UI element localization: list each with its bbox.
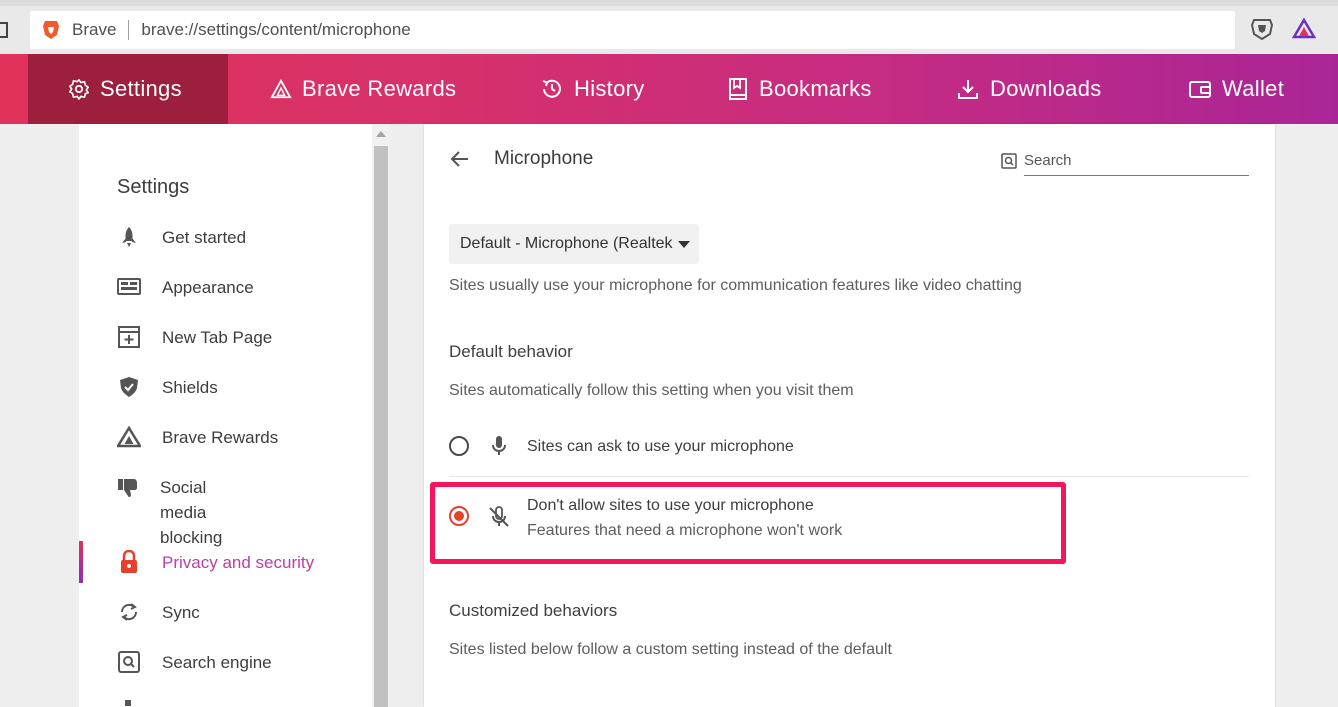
sync-icon	[117, 600, 141, 624]
sidebar-item-partial-icon	[117, 698, 141, 707]
sidebar-item-get-started[interactable]: Get started	[117, 225, 246, 250]
nav-bookmarks-label: Bookmarks	[759, 76, 872, 101]
microphone-icon	[492, 436, 506, 455]
sidebar-item-brave-rewards[interactable]: Brave Rewards	[117, 425, 278, 450]
bookmark-edge-icon[interactable]	[0, 22, 8, 38]
address-separator	[128, 20, 130, 40]
address-bar[interactable]: Brave brave://settings/content/microphon…	[30, 11, 1235, 49]
bookmarks-icon	[729, 78, 747, 100]
search-icon	[1001, 152, 1017, 169]
nav-downloads[interactable]: Downloads	[956, 54, 1102, 124]
scroll-up-arrow-icon[interactable]	[376, 131, 386, 137]
settings-sidebar: Settings Get started Appearance New Tab …	[79, 124, 372, 707]
sidebar-item-label: Privacy and security	[162, 553, 315, 572]
nav-wallet[interactable]: Wallet	[1188, 54, 1284, 124]
microphone-device-select[interactable]: Default - Microphone (Realtek High Defin…	[449, 224, 699, 264]
device-description: Sites usually use your microphone for co…	[449, 277, 1022, 294]
sidebar-active-indicator	[79, 541, 83, 583]
nav-history-label: History	[574, 76, 645, 101]
nav-settings-label: Settings	[100, 76, 182, 101]
default-behavior-heading: Default behavior	[449, 342, 573, 361]
sidebar-item-shields[interactable]: Shields	[117, 375, 218, 400]
sidebar-item-label: Appearance	[162, 278, 254, 297]
customized-behaviors-description: Sites listed below follow a custom setti…	[449, 641, 892, 658]
nav-settings[interactable]: Settings	[28, 54, 228, 124]
thumbs-down-icon	[117, 476, 139, 500]
highlight-box	[430, 482, 1066, 564]
nav-history[interactable]: History	[540, 54, 645, 124]
brave-shields-icon[interactable]	[1250, 17, 1274, 41]
rocket-icon	[117, 225, 141, 249]
sidebar-item-label: Sync	[162, 603, 200, 622]
brave-rewards-toolbar-icon[interactable]	[1292, 17, 1316, 41]
settings-top-nav: Settings Brave Rewards History Bookmarks…	[0, 54, 1338, 124]
sidebar-item-label: Get started	[162, 228, 247, 247]
nav-brave-rewards[interactable]: Brave Rewards	[270, 54, 456, 124]
sidebar-item-label: Social media blocking	[160, 478, 223, 547]
sidebar-item-new-tab-page[interactable]: New Tab Page	[117, 325, 272, 350]
option-ask-microphone[interactable]: Sites can ask to use your microphone	[449, 434, 794, 459]
nav-wallet-label: Wallet	[1222, 76, 1285, 101]
page-title: Microphone	[494, 148, 594, 169]
sidebar-item-label: Shields	[162, 378, 218, 397]
default-behavior-description: Sites automatically follow this setting …	[449, 382, 854, 399]
customized-behaviors-heading: Customized behaviors	[449, 601, 618, 620]
nav-downloads-label: Downloads	[990, 76, 1102, 101]
url-text[interactable]: brave://settings/content/microphone	[141, 20, 410, 40]
brave-rewards-icon	[117, 425, 141, 449]
sidebar-item-search-engine[interactable]: Search engine	[117, 650, 272, 675]
appearance-icon	[117, 275, 141, 299]
history-icon	[542, 79, 561, 98]
nav-bookmarks[interactable]: Bookmarks	[727, 54, 872, 124]
search-field[interactable]: Search	[1001, 146, 1249, 176]
sidebar-item-privacy-and-security[interactable]: Privacy and security	[117, 550, 314, 575]
new-tab-icon	[117, 325, 141, 349]
sidebar-item-label: Search engine	[162, 653, 272, 672]
sidebar-item-label: New Tab Page	[162, 328, 273, 347]
sidebar-item-label: Brave Rewards	[162, 428, 279, 447]
sidebar-item-social-media-blocking[interactable]: Social media blocking	[117, 475, 257, 550]
microphone-settings-panel: Microphone Search Default - Microphone (…	[424, 124, 1275, 707]
shield-icon	[117, 375, 141, 399]
sidebar-title: Settings	[117, 176, 190, 198]
gear-icon	[69, 79, 89, 100]
wallet-icon	[1189, 81, 1211, 98]
sidebar-scrollbar-thumb[interactable]	[374, 146, 388, 707]
nav-brave-rewards-label: Brave Rewards	[302, 76, 457, 101]
option-divider	[449, 476, 1249, 477]
back-arrow-icon[interactable]	[450, 149, 470, 169]
site-name: Brave	[72, 20, 117, 39]
tab-strip	[0, 0, 1338, 6]
download-icon	[958, 80, 978, 99]
device-select-value: Default - Microphone (Realtek High Defin…	[460, 235, 676, 252]
search-engine-icon	[117, 650, 141, 674]
lock-icon	[117, 550, 141, 574]
brave-rewards-icon	[270, 78, 292, 99]
dropdown-caret-icon	[678, 241, 690, 248]
sidebar-item-appearance[interactable]: Appearance	[117, 275, 254, 300]
browser-toolbar: Brave brave://settings/content/microphon…	[0, 0, 1338, 54]
option-ask-label: Sites can ask to use your microphone	[527, 438, 794, 455]
radio-ask[interactable]	[449, 436, 469, 456]
search-placeholder: Search	[1024, 152, 1072, 169]
sidebar-item-sync[interactable]: Sync	[117, 600, 200, 625]
brave-lion-icon	[43, 21, 59, 39]
